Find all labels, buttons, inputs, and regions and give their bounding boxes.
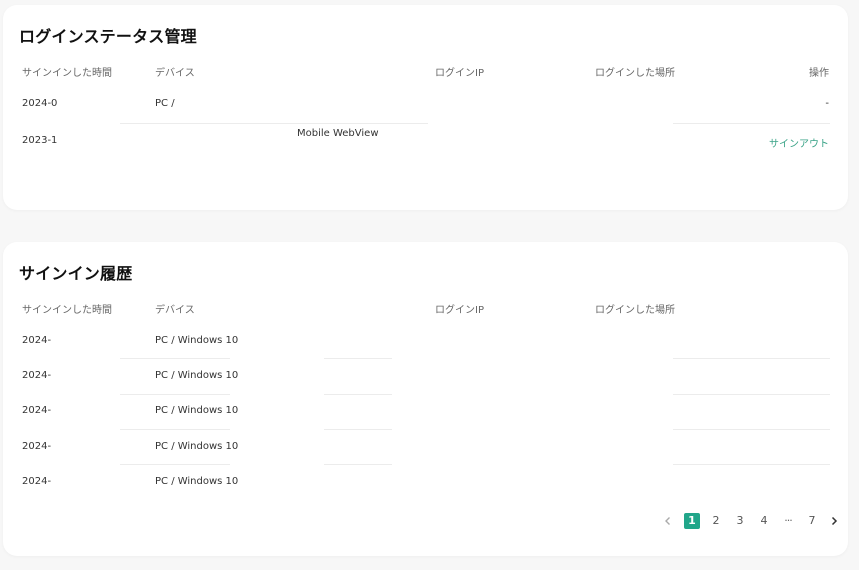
history-row-3-device: PC / Windows 10 (155, 405, 239, 416)
row-divider (324, 464, 392, 465)
status-row-1-device: PC / (155, 98, 175, 109)
row-divider (120, 429, 230, 430)
row-divider (324, 394, 392, 395)
login-status-card: ログインステータス管理 サインインした時間 デバイス ログインIP ログインした… (3, 5, 848, 210)
status-row-1-action: - (825, 98, 829, 109)
history-row-1-device: PC / Windows 10 (155, 335, 239, 346)
status-row-1-time: 2024-0 (22, 98, 58, 109)
row-divider (120, 464, 230, 465)
status-row-2-device: Mobile WebView (297, 128, 379, 139)
history-row-3-time: 2024- (22, 405, 52, 416)
signin-history-title: サインイン履歴 (19, 264, 133, 283)
row-divider (673, 394, 830, 395)
page-4-button[interactable]: 4 (756, 513, 772, 529)
row-divider (324, 429, 392, 430)
history-row-5-device: PC / Windows 10 (155, 476, 239, 487)
col-device: デバイス (155, 305, 195, 316)
row-divider (673, 358, 830, 359)
history-row-2-device: PC / Windows 10 (155, 370, 239, 381)
col-login-ip: ログインIP (435, 68, 484, 79)
signout-link[interactable]: サインアウト (769, 135, 829, 150)
col-login-location: ログインした場所 (595, 68, 675, 79)
row-divider (120, 394, 230, 395)
page-2-button[interactable]: 2 (708, 513, 724, 529)
chevron-right-icon[interactable] (826, 513, 842, 529)
col-login-ip: ログインIP (435, 305, 484, 316)
history-row-1-time: 2024- (22, 335, 52, 346)
col-signin-time: サインインした時間 (22, 68, 112, 79)
page-last-button[interactable]: 7 (804, 513, 820, 529)
history-row-2-time: 2024- (22, 370, 52, 381)
signin-history-card: サインイン履歴 サインインした時間 デバイス ログインIP ログインした場所 2… (3, 242, 848, 556)
row-divider (673, 464, 830, 465)
status-row-2-time: 2023-1 (22, 135, 58, 146)
col-action: 操作 (809, 68, 829, 79)
row-divider (120, 358, 230, 359)
col-device: デバイス (155, 68, 195, 79)
row-divider (324, 358, 392, 359)
history-row-4-time: 2024- (22, 441, 52, 452)
history-row-4-device: PC / Windows 10 (155, 441, 239, 452)
history-row-5-time: 2024- (22, 476, 52, 487)
page-1-button[interactable]: 1 (684, 513, 700, 529)
pagination: 1 2 3 4 ··· 7 (660, 512, 842, 530)
login-status-title: ログインステータス管理 (19, 27, 197, 46)
row-divider (673, 429, 830, 430)
chevron-left-icon[interactable] (660, 513, 676, 529)
col-login-location: ログインした場所 (595, 305, 675, 316)
col-signin-time: サインインした時間 (22, 305, 112, 316)
row-divider (673, 123, 830, 124)
page-3-button[interactable]: 3 (732, 513, 748, 529)
page-ellipsis[interactable]: ··· (780, 513, 796, 529)
row-divider (120, 123, 428, 124)
